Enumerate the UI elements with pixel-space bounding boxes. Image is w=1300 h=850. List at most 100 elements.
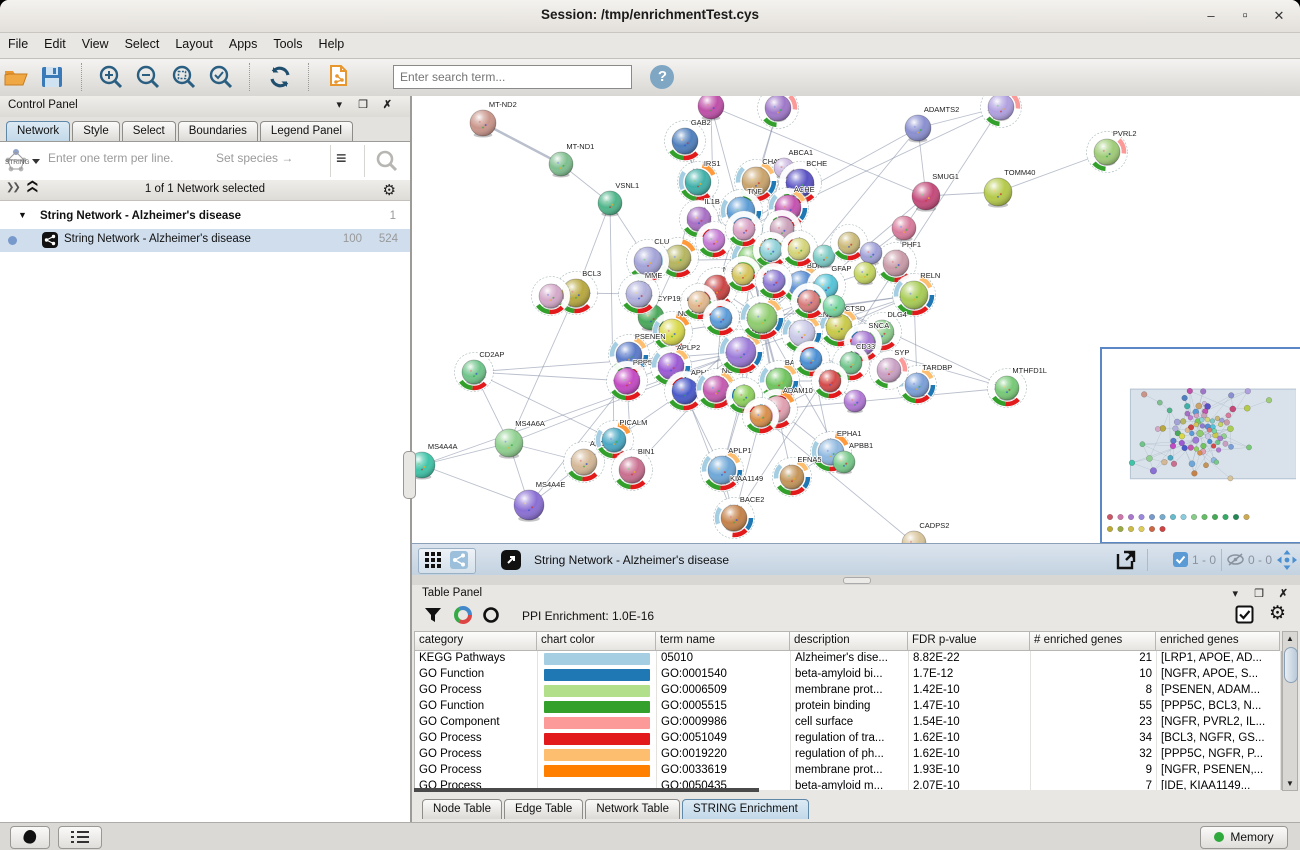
network-node-ms4a6a[interactable]: MS4A6A	[495, 419, 545, 459]
import-network-icon[interactable]	[325, 63, 353, 91]
minimize-button[interactable]: –	[1198, 6, 1224, 26]
column-header-description[interactable]: description	[790, 631, 908, 651]
hidden-eye-icon[interactable]	[1227, 552, 1244, 567]
panel-menu-icon[interactable]: ▾	[336, 98, 342, 111]
table-panel-close-icon[interactable]: ✗	[1279, 587, 1288, 600]
tab-string-enrichment[interactable]: STRING Enrichment	[682, 799, 809, 819]
close-button[interactable]: ✕	[1266, 6, 1292, 26]
tab-network-table[interactable]: Network Table	[585, 799, 680, 819]
network-node-cadps2[interactable]: CADPS2	[902, 521, 949, 543]
network-options-gear-icon[interactable]: ⚙	[383, 181, 396, 199]
network-node-ms4a4e[interactable]: MS4A4E	[514, 480, 565, 522]
table-settings-gear-icon[interactable]: ⚙	[1269, 602, 1286, 625]
tab-style[interactable]: Style	[72, 121, 120, 141]
network-node[interactable]	[698, 96, 724, 121]
network-node[interactable]	[892, 216, 916, 241]
network-collection-row[interactable]: ▼ String Network - Alzheimer's disease 1	[0, 206, 410, 229]
species-hint[interactable]: Set species →	[216, 151, 293, 165]
pan-compass-icon[interactable]	[1276, 549, 1298, 571]
network-node[interactable]	[791, 283, 828, 320]
network-canvas[interactable]: MT-ND2MT-ND1VSNL1GAB2IRS1CHATABCA1BCHETN…	[412, 96, 1300, 543]
network-node[interactable]	[781, 231, 818, 268]
tab-node-table[interactable]: Node Table	[422, 799, 502, 819]
column-header--enriched-genes[interactable]: # enriched genes	[1030, 631, 1156, 651]
ring-chart-icon[interactable]	[482, 606, 500, 624]
chart-color-icon[interactable]	[454, 606, 472, 624]
menu-select[interactable]: Select	[117, 33, 168, 55]
network-node-irs1[interactable]: IRS1	[678, 159, 721, 203]
menu-apps[interactable]: Apps	[221, 33, 266, 55]
network-node[interactable]	[743, 398, 780, 435]
tab-select[interactable]: Select	[122, 121, 176, 141]
table-scrollbar[interactable]: ▲ ▼	[1282, 631, 1298, 791]
menu-view[interactable]: View	[74, 33, 117, 55]
horizontal-scrollbar-thumb[interactable]	[414, 788, 759, 792]
grid-mode-icon[interactable]	[424, 551, 442, 569]
table-row[interactable]: GO ProcessGO:0019220regulation of ph...1…	[415, 747, 1281, 763]
panel-float-icon[interactable]: ❒	[358, 98, 368, 111]
network-node[interactable]	[981, 96, 1022, 128]
scrollbar-thumb[interactable]	[1284, 647, 1298, 683]
string-search-icon[interactable]	[372, 147, 400, 175]
table-panel-float-icon[interactable]: ❒	[1254, 587, 1264, 600]
network-node-tomm40[interactable]: TOMM40	[984, 168, 1035, 208]
network-node[interactable]	[725, 256, 762, 293]
birdseye-view[interactable]	[1100, 347, 1300, 543]
string-menu-icon[interactable]: ≡	[336, 148, 347, 169]
network-node-mthfd1l[interactable]: MTHFD1L	[988, 366, 1047, 408]
open-session-icon[interactable]	[2, 63, 30, 91]
network-node-mt-nd2[interactable]: MT-ND2	[470, 100, 517, 138]
maximize-button[interactable]: ▫	[1232, 6, 1258, 26]
horizontal-splitter[interactable]	[412, 575, 1300, 585]
network-node[interactable]	[812, 363, 849, 400]
table-row[interactable]: GO ComponentGO:0009986cell surface1.54E-…	[415, 715, 1281, 731]
search-input[interactable]	[393, 65, 632, 89]
string-term-input[interactable]: Enter one term per line.	[48, 151, 173, 165]
network-node-vsnl1[interactable]: VSNL1	[598, 181, 639, 216]
network-node[interactable]	[854, 262, 876, 285]
menu-edit[interactable]: Edit	[36, 33, 74, 55]
column-header-category[interactable]: category	[414, 631, 537, 651]
network-node[interactable]	[756, 263, 793, 300]
network-node-smug1[interactable]: SMUG1	[912, 172, 959, 212]
save-session-icon[interactable]	[38, 63, 66, 91]
refresh-icon[interactable]	[266, 63, 294, 91]
network-node-cd2ap[interactable]: CD2AP	[455, 350, 505, 392]
network-node-pvrl2[interactable]: PVRL2	[1087, 129, 1137, 173]
network-node-adamts2[interactable]: ADAMTS2	[905, 105, 959, 143]
zoom-selected-icon[interactable]	[207, 63, 235, 91]
table-row[interactable]: KEGG Pathways05010Alzheimer's dise...8.8…	[415, 651, 1281, 667]
menu-help[interactable]: Help	[311, 33, 353, 55]
column-header-enriched-genes[interactable]: enriched genes	[1156, 631, 1280, 651]
tab-boundaries[interactable]: Boundaries	[178, 121, 258, 141]
tab-edge-table[interactable]: Edge Table	[504, 799, 583, 819]
table-row[interactable]: GO ProcessGO:0006509membrane prot...1.42…	[415, 683, 1281, 699]
column-header-FDR-p-value[interactable]: FDR p-value	[908, 631, 1030, 651]
scroll-down-icon[interactable]: ▼	[1284, 779, 1296, 788]
string-app-icon[interactable]: STRING	[2, 146, 42, 176]
network-node-bace2[interactable]: BACE2	[714, 495, 765, 539]
detach-view-icon[interactable]	[500, 549, 522, 571]
zoom-out-icon[interactable]	[134, 63, 162, 91]
selected-nodes-checkbox-icon[interactable]	[1173, 552, 1188, 567]
tab-network[interactable]: Network	[6, 121, 70, 141]
scroll-up-icon[interactable]: ▲	[1284, 634, 1296, 643]
panel-grab-handle[interactable]	[403, 451, 416, 499]
zoom-in-icon[interactable]	[97, 63, 125, 91]
filter-icon[interactable]	[424, 606, 442, 624]
network-node[interactable]	[844, 390, 866, 413]
tab-legend-panel[interactable]: Legend Panel	[260, 121, 353, 141]
share-view-icon[interactable]	[450, 551, 468, 569]
table-row[interactable]: GO FunctionGO:0005515protein binding1.47…	[415, 699, 1281, 715]
task-list-button[interactable]	[58, 826, 102, 849]
zoom-fit-icon[interactable]	[170, 63, 198, 91]
table-row[interactable]: GO ProcessGO:0051049regulation of tra...…	[415, 731, 1281, 747]
menu-layout[interactable]: Layout	[167, 33, 221, 55]
menu-tools[interactable]: Tools	[265, 33, 310, 55]
task-history-button[interactable]	[10, 826, 50, 849]
table-row[interactable]: GO ProcessGO:0033619membrane prot...1.93…	[415, 763, 1281, 779]
table-row[interactable]: GO FunctionGO:0001540beta-amyloid bi...1…	[415, 667, 1281, 683]
network-node-aplp1[interactable]: APLP1	[701, 446, 752, 492]
memory-button[interactable]: Memory	[1200, 826, 1288, 849]
menu-file[interactable]: File	[0, 33, 36, 55]
